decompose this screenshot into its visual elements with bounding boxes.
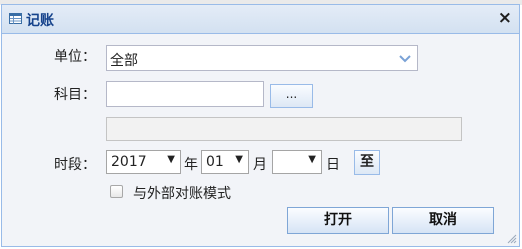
external-reconcile-label[interactable]: 与外部对账模式 [133,183,231,203]
month-select[interactable]: 01 ▼ [201,150,249,174]
period-label: 时段： [54,157,96,173]
subject-label: 科目： [54,87,96,103]
chevron-down-icon[interactable] [393,46,417,70]
day-unit: 日 [326,157,340,173]
month-value: 01 [206,154,224,170]
day-select[interactable]: ▼ [272,150,322,174]
unit-value: 全部 [110,53,138,69]
subject-name-field [106,117,462,141]
dropdown-arrow-icon: ▼ [167,154,175,165]
dialog-title: 记账 [26,13,54,29]
resize-grip-icon[interactable] [507,234,517,244]
subject-browse-button[interactable]: ... [270,84,313,108]
bookkeeping-dialog: 记账 × 单位： 全部 科目： ... 时段： 2017 ▼ 年 01 ▼ 月 … [1,4,520,247]
year-unit: 年 [184,157,198,173]
year-select[interactable]: 2017 ▼ [106,150,181,174]
close-icon[interactable]: × [498,8,512,28]
period-to-button[interactable]: 至 [354,150,380,175]
dialog-titlebar[interactable]: 记账 × [2,5,519,34]
cancel-button[interactable]: 取消 [392,207,494,234]
year-value: 2017 [111,154,147,170]
open-button[interactable]: 打开 [287,207,389,234]
external-reconcile-checkbox[interactable] [110,185,123,198]
dropdown-arrow-icon: ▼ [308,154,316,165]
subject-input[interactable] [106,81,264,107]
table-icon [9,13,22,24]
unit-combobox[interactable]: 全部 [106,45,418,71]
unit-label: 单位： [54,49,96,65]
month-unit: 月 [253,157,267,173]
dropdown-arrow-icon: ▼ [235,154,243,165]
